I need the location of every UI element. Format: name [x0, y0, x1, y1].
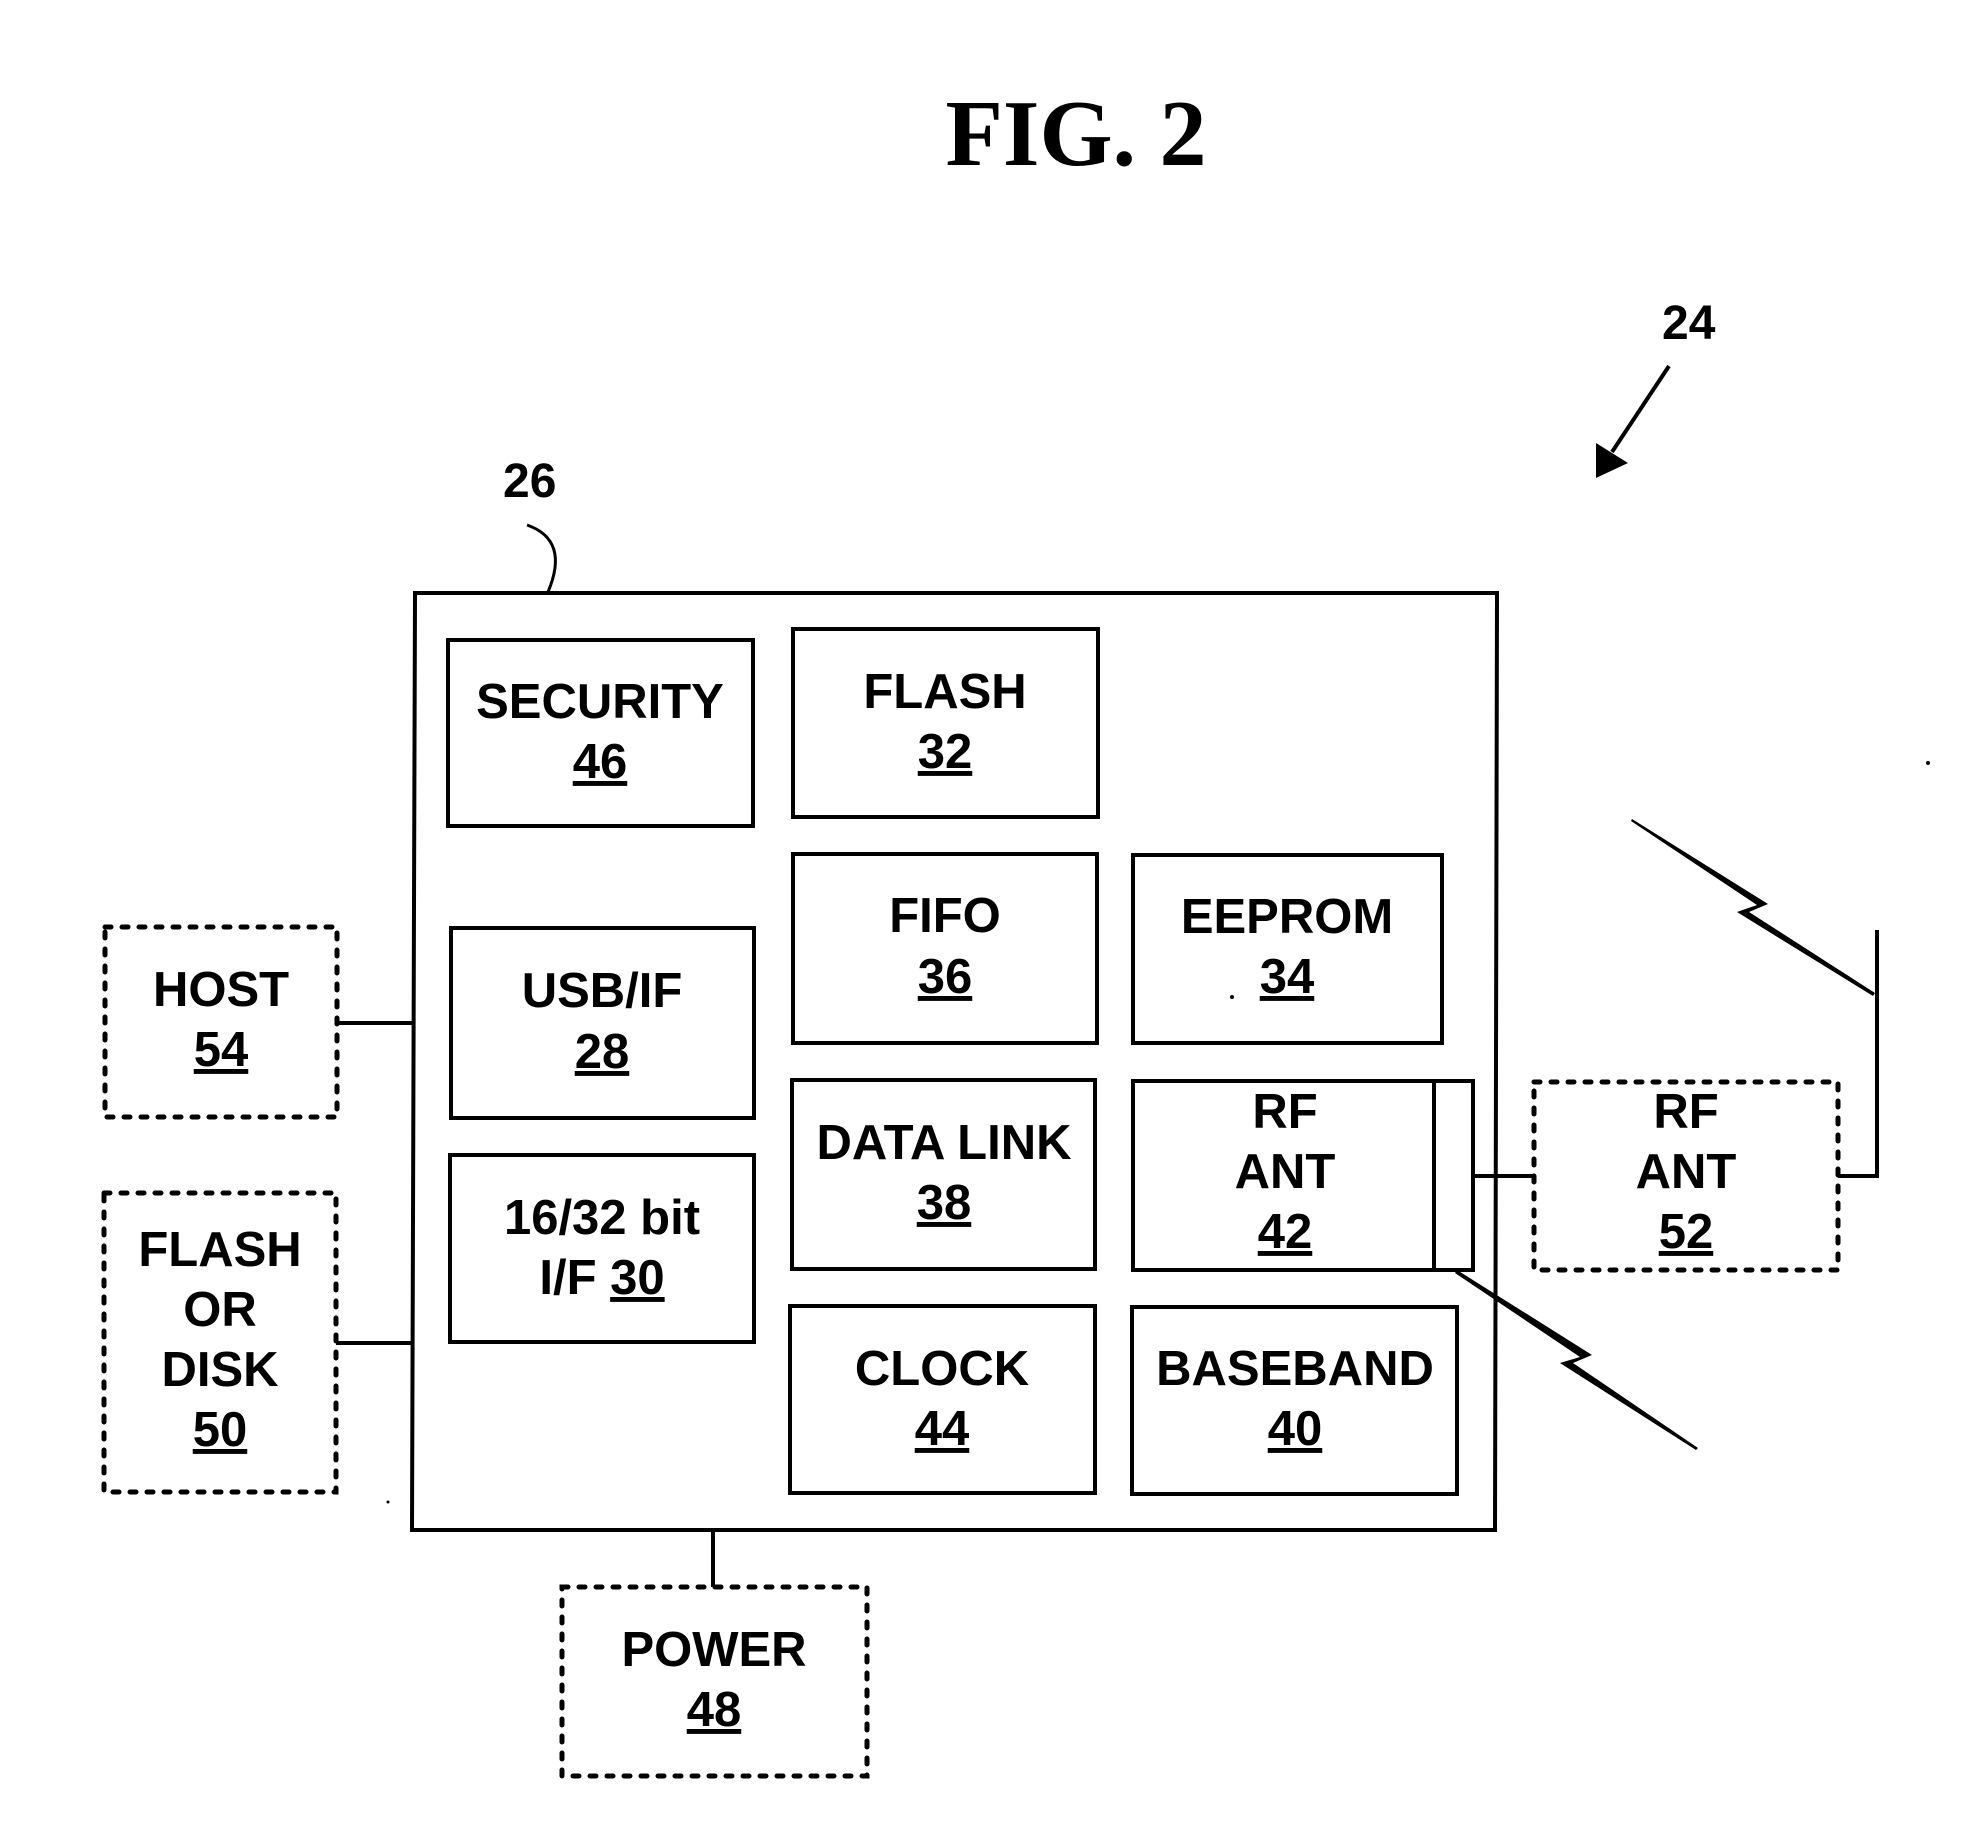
- block-eeprom-number: 34: [1260, 950, 1315, 1004]
- external-host: HOST 54: [102, 924, 340, 1120]
- external-power-number: 48: [687, 1683, 742, 1737]
- block-baseband-label: BASEBAND: [1156, 1342, 1434, 1396]
- block-eeprom-label: EEPROM: [1181, 890, 1393, 944]
- block-bit-if-line1: 16/32 bit: [504, 1191, 700, 1245]
- block-data-link-label: DATA LINK: [817, 1116, 1072, 1170]
- external-flash-disk-line1: FLASH: [138, 1223, 301, 1277]
- block-data-link: DATA LINK 38: [790, 1078, 1097, 1271]
- patent-figure: FIG. 2 24 26 SECURITY 46 FLASH 32 USB/IF…: [101, 82, 1930, 1779]
- block-clock-number: 44: [915, 1402, 970, 1456]
- external-rf-ant-line2: ANT: [1636, 1145, 1737, 1199]
- block-fifo-number: 36: [918, 950, 973, 1004]
- block-usb-if-label: USB/IF: [522, 964, 683, 1018]
- external-power: POWER 48: [559, 1584, 870, 1779]
- block-eeprom: EEPROM 34: [1131, 853, 1444, 1045]
- ref-label-26: 26: [503, 455, 556, 508]
- block-security-label: SECURITY: [476, 675, 724, 729]
- scan-speck: [386, 1500, 390, 1504]
- block-bit-if-prefix: I/F: [539, 1251, 596, 1305]
- block-baseband: BASEBAND 40: [1130, 1305, 1459, 1496]
- scan-speck: [1926, 761, 1930, 765]
- ref-label-24: 24: [1662, 297, 1716, 350]
- block-16-32-bit-if: 16/32 bit I/F 30: [448, 1153, 756, 1344]
- ref-arrow-24: [1596, 364, 1671, 478]
- block-fifo: FIFO 36: [791, 852, 1099, 1045]
- external-rf-ant: RF ANT 52: [1531, 1079, 1841, 1273]
- external-flash-disk-line3: DISK: [161, 1343, 278, 1397]
- upper-lightning-icon: [1631, 819, 1875, 996]
- block-data-link-number: 38: [917, 1176, 972, 1230]
- block-flash-number: 32: [918, 725, 973, 779]
- external-flash-disk-number: 50: [193, 1403, 248, 1457]
- block-flash: FLASH 32: [791, 627, 1100, 819]
- block-rf-ant-number: 42: [1258, 1205, 1313, 1259]
- external-rf-ant-line1: RF: [1653, 1085, 1718, 1139]
- external-power-label: POWER: [621, 1623, 806, 1677]
- external-flash-or-disk: FLASH OR DISK 50: [101, 1190, 339, 1495]
- block-rf-ant-line1: RF: [1252, 1085, 1317, 1139]
- external-rf-ant-number: 52: [1659, 1205, 1714, 1259]
- antenna-line: [1838, 930, 1879, 1178]
- block-baseband-number: 40: [1268, 1402, 1323, 1456]
- block-usb-if-number: 28: [575, 1025, 630, 1079]
- block-rf-ant-line2: ANT: [1235, 1145, 1336, 1199]
- figure-title: FIG. 2: [945, 82, 1206, 186]
- block-bit-if-line2: I/F 30: [539, 1251, 664, 1305]
- external-flash-disk-line2: OR: [183, 1283, 257, 1337]
- scan-speck: [1230, 995, 1234, 999]
- block-security: SECURITY 46: [446, 638, 755, 828]
- ref-leader-26: [526, 523, 557, 593]
- block-clock: CLOCK 44: [788, 1304, 1097, 1495]
- block-flash-label: FLASH: [863, 665, 1026, 719]
- external-host-label: HOST: [153, 963, 289, 1017]
- block-rf-ant-internal: RF ANT 42: [1131, 1079, 1475, 1272]
- external-host-number: 54: [194, 1023, 249, 1077]
- block-security-number: 46: [573, 735, 628, 789]
- block-clock-label: CLOCK: [855, 1342, 1029, 1396]
- block-usb-if: USB/IF 28: [449, 926, 756, 1120]
- block-fifo-label: FIFO: [889, 889, 1001, 943]
- block-bit-if-number: 30: [610, 1251, 665, 1305]
